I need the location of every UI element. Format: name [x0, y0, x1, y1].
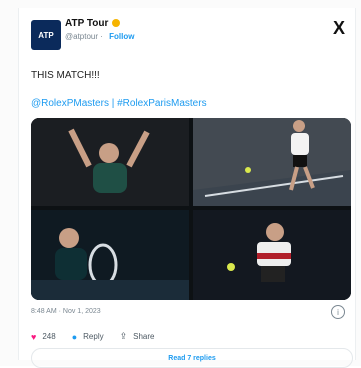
follow-button[interactable]: Follow [109, 32, 134, 41]
verified-badge-icon [112, 19, 121, 28]
account-handle-row: @atptour · Follow [65, 32, 135, 41]
share-action[interactable]: ⇪ Share [120, 331, 155, 342]
player-forehand-image [193, 210, 351, 300]
info-icon[interactable]: i [331, 305, 345, 319]
reply-action[interactable]: ● Reply [72, 332, 104, 342]
share-label: Share [133, 332, 155, 341]
tweet-actions: ♥ 248 ● Reply ⇪ Share [31, 331, 155, 342]
photo-top-right[interactable] [193, 118, 351, 206]
photo-grid[interactable] [31, 118, 351, 300]
share-icon: ⇪ [119, 331, 128, 341]
like-action[interactable]: ♥ 248 [31, 332, 56, 342]
tweet-hashtags[interactable]: @RolexPMasters | #RolexParisMasters [31, 98, 207, 109]
tweet-text: THIS MATCH!!! [31, 70, 100, 81]
reply-icon: ● [71, 331, 78, 342]
player-celebration-image [31, 118, 189, 206]
account-name[interactable]: ATP Tour [65, 18, 121, 29]
heart-icon: ♥ [31, 331, 37, 342]
reply-label: Reply [83, 332, 104, 341]
tweet-timestamp[interactable]: 8:48 AM · Nov 1, 2023 [31, 308, 101, 315]
player-racquet-image [31, 210, 189, 300]
x-logo-icon[interactable]: X [333, 18, 345, 39]
tweet-embed-page: ATP ATP Tour @atptour · Follow X THIS MA… [0, 0, 361, 368]
tweet-card: ATP ATP Tour @atptour · Follow X THIS MA… [18, 8, 356, 368]
photo-bottom-right[interactable] [193, 210, 351, 300]
avatar[interactable]: ATP [31, 20, 61, 50]
like-count: 248 [42, 332, 56, 341]
photo-top-left[interactable] [31, 118, 189, 206]
player-running-image [193, 118, 351, 206]
photo-bottom-left[interactable] [31, 210, 189, 300]
read-replies-button[interactable]: Read 7 replies [31, 348, 353, 368]
